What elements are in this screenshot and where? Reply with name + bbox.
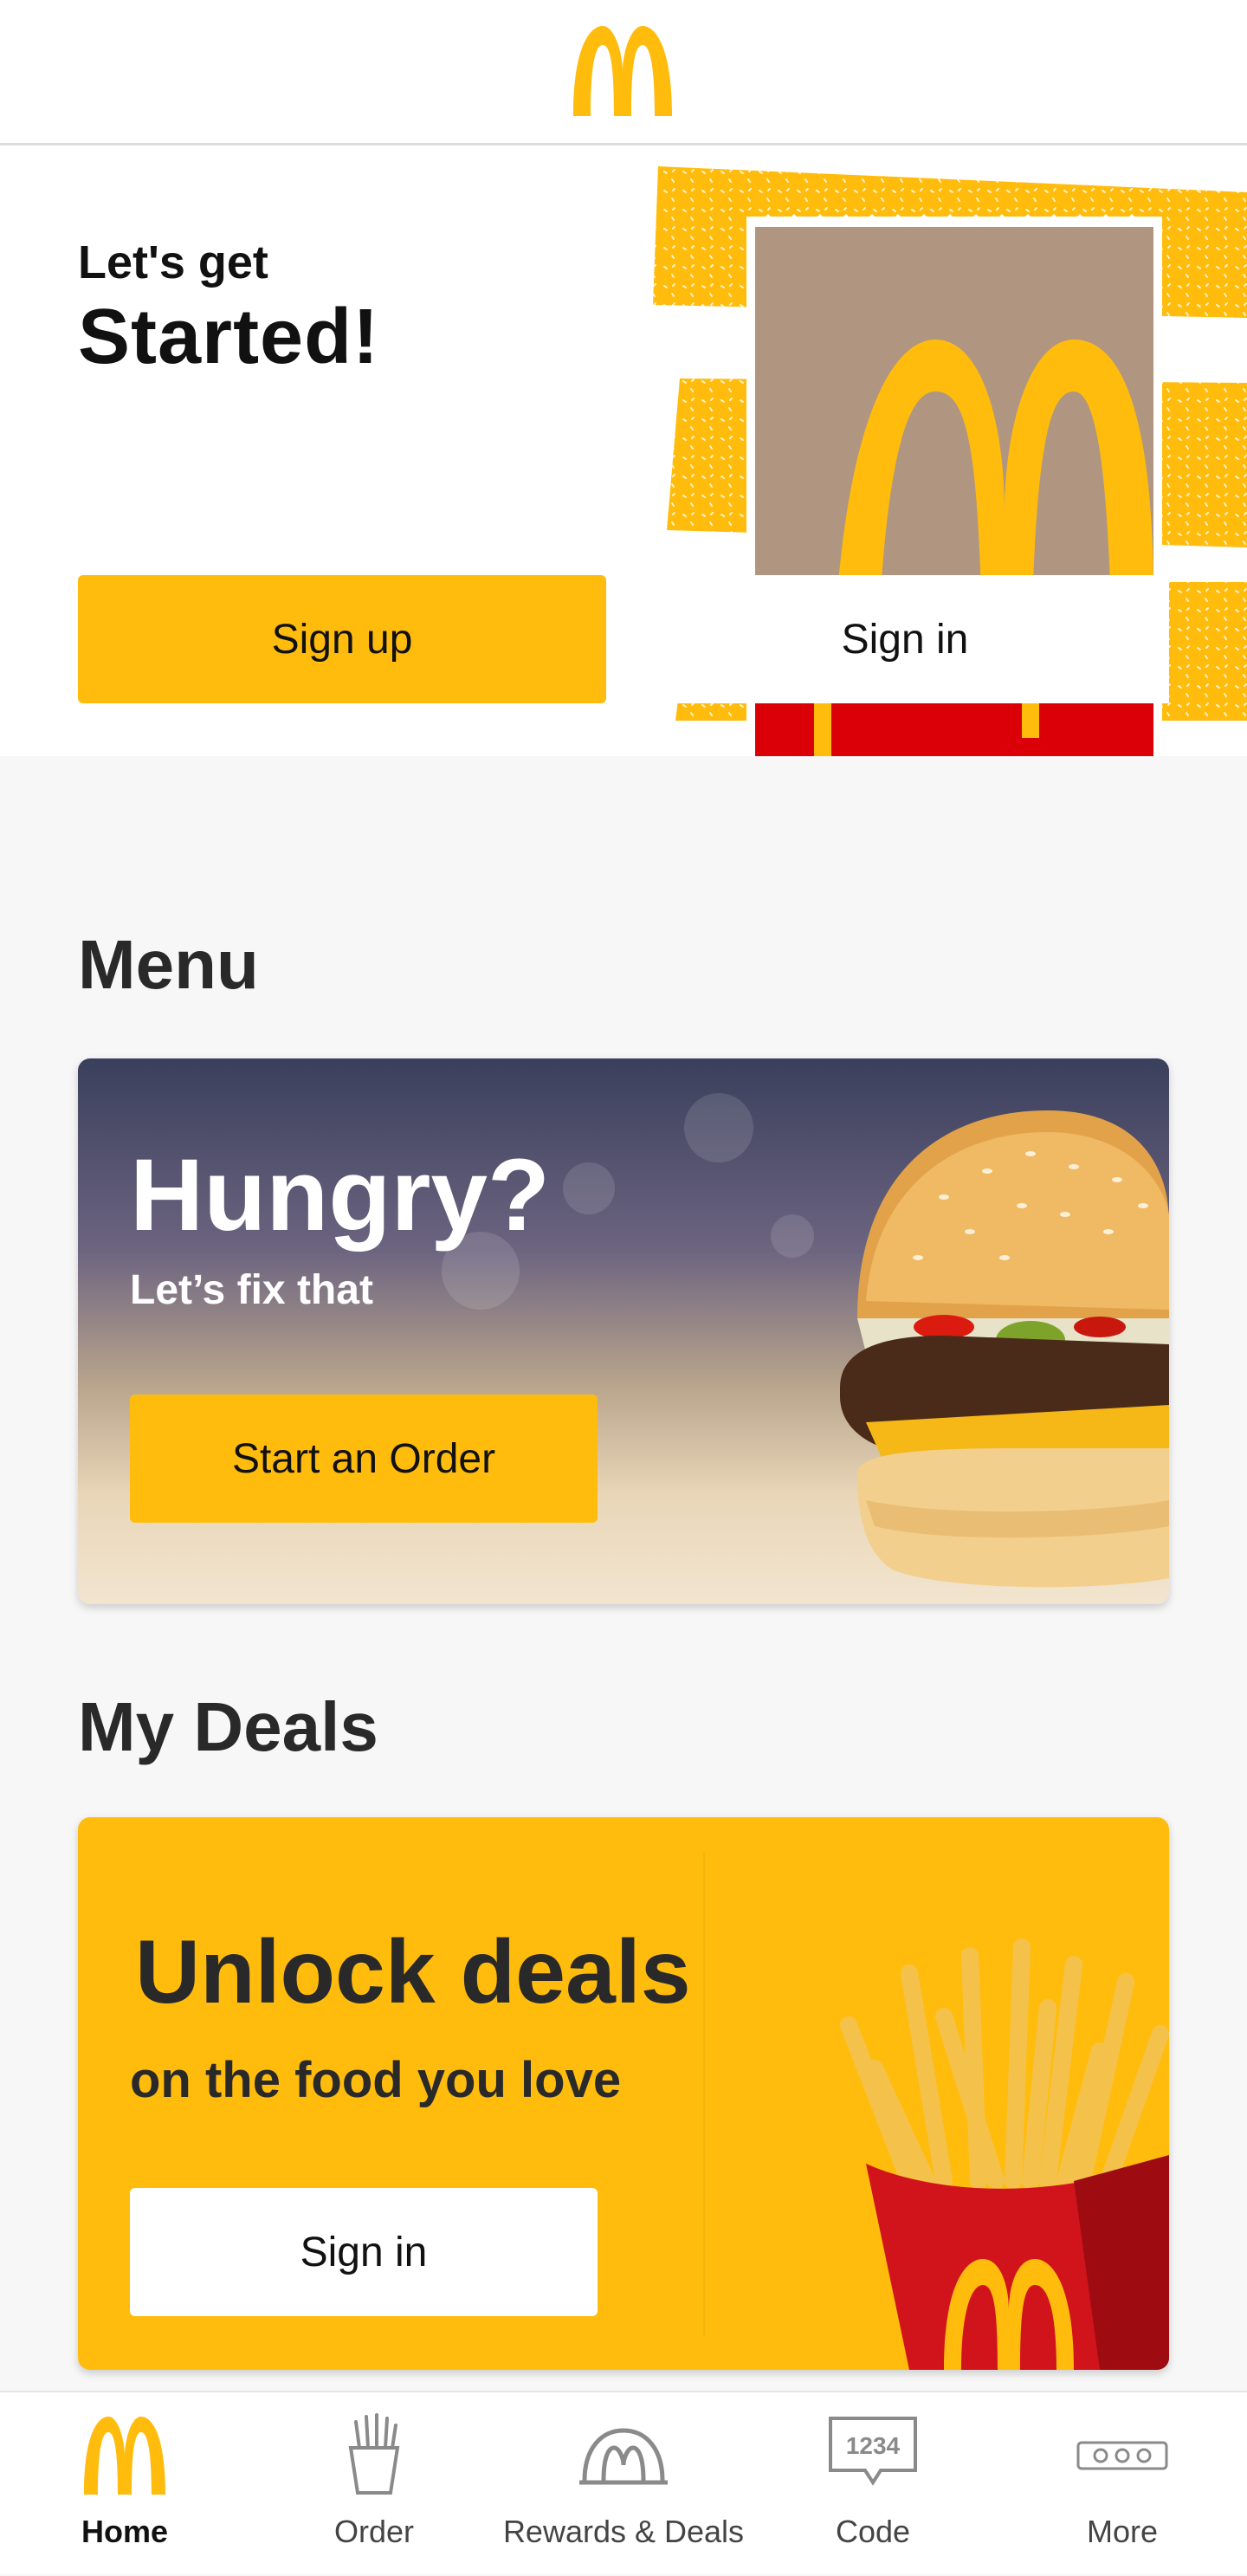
- deals-promo-card[interactable]: Unlock deals on the food you love Sign i…: [78, 1817, 1169, 2370]
- tab-more-label: More: [1086, 2514, 1159, 2549]
- deals-heading: My Deals: [78, 1688, 378, 1765]
- deals-card-subtitle: on the food you love: [130, 2052, 622, 2108]
- tab-code-label: Code: [835, 2514, 911, 2549]
- tab-home[interactable]: Home: [0, 2392, 249, 2576]
- menu-heading: Menu: [78, 926, 259, 1003]
- tab-order[interactable]: Order: [249, 2392, 499, 2576]
- deals-card-title: Unlock deals: [135, 1922, 691, 2023]
- bokeh-light: [771, 1214, 814, 1258]
- arches-icon: [84, 2417, 165, 2495]
- tab-more[interactable]: More: [998, 2392, 1247, 2576]
- menu-card-subtitle: Let’s fix that: [130, 1267, 373, 1313]
- burger-image: [840, 1110, 1169, 1588]
- start-order-button[interactable]: Start an Order: [130, 1395, 598, 1523]
- card-divider: [703, 1852, 705, 2337]
- get-started-section: Let's get Started! Sign up Sign in: [0, 146, 1247, 756]
- menu-promo-card[interactable]: Hungry? Let’s fix that Start an Order: [78, 1058, 1169, 1604]
- code-icon: 1234: [829, 2417, 917, 2486]
- hero-title-line1: Let's get: [78, 236, 268, 288]
- fries-image: [840, 1938, 1169, 2370]
- sign-in-button[interactable]: Sign in: [641, 575, 1169, 703]
- deals-sign-in-button[interactable]: Sign in: [130, 2188, 598, 2316]
- tab-code[interactable]: 1234 Code: [748, 2392, 998, 2576]
- tab-rewards-label: Rewards & Deals: [502, 2514, 745, 2549]
- more-icon: [1076, 2441, 1168, 2470]
- bokeh-light: [563, 1162, 615, 1214]
- code-icon-text: 1234: [846, 2432, 901, 2459]
- bottom-tab-bar: Home Order Rewards & Deals 1234 Code Mor…: [0, 2391, 1247, 2574]
- hero-title-line2: Started!: [78, 294, 380, 380]
- mcdonalds-logo-icon[interactable]: [565, 19, 681, 121]
- tab-home-label: Home: [81, 2514, 169, 2549]
- rewards-icon: [579, 2428, 668, 2485]
- sign-up-button[interactable]: Sign up: [78, 575, 606, 703]
- tab-rewards-deals[interactable]: Rewards & Deals: [499, 2392, 748, 2576]
- bokeh-light: [684, 1093, 753, 1162]
- app-header: [0, 0, 1247, 146]
- menu-card-title: Hungry?: [130, 1138, 551, 1252]
- fries-icon: [348, 2413, 400, 2495]
- tab-order-label: Order: [333, 2514, 415, 2549]
